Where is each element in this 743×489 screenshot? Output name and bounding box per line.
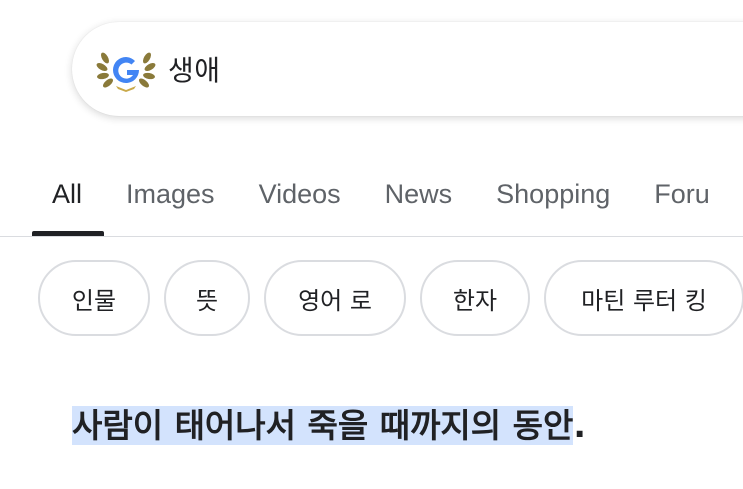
- tab-videos[interactable]: Videos: [259, 174, 341, 236]
- chip-english[interactable]: 영어 로: [264, 260, 406, 336]
- chip-meaning[interactable]: 뜻: [164, 260, 250, 336]
- tab-shopping[interactable]: Shopping: [496, 174, 610, 236]
- search-query-text[interactable]: 생애: [168, 49, 221, 89]
- chip-hanja[interactable]: 한자: [420, 260, 530, 336]
- refinement-chips: 인물 뜻 영어 로 한자 마틴 루터 킹: [38, 260, 743, 336]
- chip-person[interactable]: 인물: [38, 260, 150, 336]
- tab-forums[interactable]: Foru: [654, 174, 710, 236]
- tab-news[interactable]: News: [385, 174, 453, 236]
- definition-text: 사람이 태어나서 죽을 때까지의 동안.: [72, 400, 586, 452]
- search-results-page: 생애 All Images Videos News Shopping Foru …: [0, 0, 743, 489]
- search-bar[interactable]: 생애: [72, 22, 743, 116]
- definition-period: .: [573, 406, 586, 445]
- tabs-divider: [0, 236, 743, 237]
- search-tabs: All Images Videos News Shopping Foru: [32, 174, 743, 236]
- chip-martin-luther-king[interactable]: 마틴 루터 킹: [544, 260, 743, 336]
- tab-all[interactable]: All: [32, 174, 105, 236]
- highlighted-definition: 사람이 태어나서 죽을 때까지의 동안: [72, 406, 574, 445]
- tab-images[interactable]: Images: [126, 174, 215, 236]
- google-doodle-laurel-icon[interactable]: [96, 46, 156, 92]
